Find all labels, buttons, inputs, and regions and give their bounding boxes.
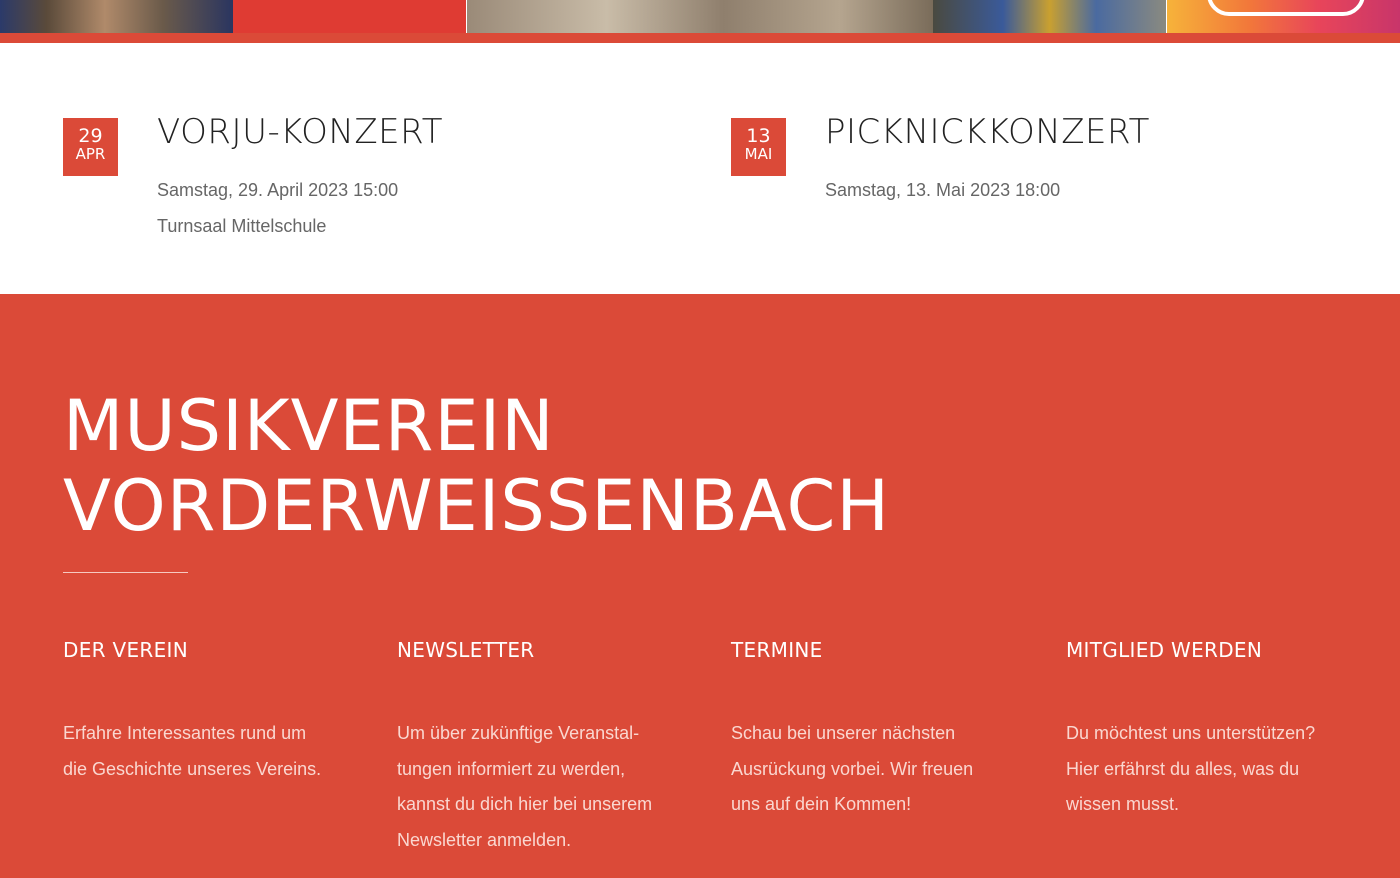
instagram-icon [1207, 0, 1365, 16]
text-line: Erfahre Interessantes rund um [63, 723, 307, 743]
brand-title-line2: VORDERWEISSENBACH [63, 465, 891, 547]
footer-column-verein: DER VEREIN Erfahre Interessantes rund um… [63, 638, 353, 787]
event-day: 29 [78, 125, 103, 147]
event-location: Turnsaal Mittelschule [157, 216, 327, 236]
strip-underline [0, 33, 1400, 43]
text-line: tungen informiert zu werden, [397, 758, 626, 779]
footer-text-newsletter: Um über zukünftige Veranstal- tungen inf… [397, 716, 687, 858]
footer-heading-newsletter[interactable]: NEWSLETTER [397, 638, 687, 668]
footer-column-newsletter: NEWSLETTER Um über zukünftige Veranstal-… [397, 638, 687, 858]
footer-column-mitglied: MITGLIED WERDEN Du möchtest uns unterstü… [1066, 638, 1356, 823]
text-line: Hier erfährst du alles, was du [1066, 758, 1300, 779]
footer-section: MUSIKVEREIN VORDERWEISSENBACH DER VEREIN… [0, 294, 1400, 878]
photo-tile-1[interactable] [0, 0, 233, 33]
footer-text-mitglied: Du möchtest uns unterstützen? Hier erfäh… [1066, 716, 1356, 823]
text-line: uns auf dein Kommen! [731, 794, 912, 815]
text-line: wissen musst. [1066, 794, 1180, 815]
event-datetime: Samstag, 13. Mai 2023 18:00 [825, 180, 1061, 200]
text-line: Du möchtest uns unterstützen? [1066, 723, 1316, 743]
footer-text-termine: Schau bei unserer nächsten Ausrückung vo… [731, 716, 1021, 823]
text-line: Schau bei unserer nächsten [731, 723, 956, 743]
text-line: Um über zukünftige Veranstal- [397, 723, 640, 743]
footer-heading-termine[interactable]: TERMINE [731, 638, 1021, 668]
event-date-badge: 13 MAI [731, 118, 786, 176]
footer-heading-mitglied[interactable]: MITGLIED WERDEN [1066, 638, 1356, 668]
brand-title-line1: MUSIKVEREIN [63, 385, 555, 467]
event-date-badge: 29 APR [63, 118, 118, 176]
footer-heading-verein[interactable]: DER VEREIN [63, 638, 353, 668]
footer-text-verein: Erfahre Interessantes rund um die Geschi… [63, 716, 353, 787]
event-title[interactable]: VORJU-KONZERT [157, 112, 443, 152]
photo-tile-4[interactable] [933, 0, 1166, 33]
event-month: APR [75, 145, 106, 163]
photo-strip [0, 0, 1400, 33]
event-month: MAI [744, 145, 773, 163]
photo-tile-3[interactable] [467, 0, 933, 33]
event-day: 13 [746, 125, 771, 147]
text-line: kannst du dich hier bei unserem [397, 794, 653, 815]
photo-tile-5[interactable] [1167, 0, 1400, 33]
text-line: Newsletter anmelden. [397, 829, 572, 850]
text-line: die Geschichte unseres Vereins. [63, 758, 322, 779]
event-title[interactable]: PICKNICKKONZERT [825, 112, 1150, 152]
photo-tile-2[interactable] [233, 0, 466, 33]
brand-divider [63, 572, 188, 573]
event-datetime: Samstag, 29. April 2023 15:00 [157, 180, 399, 200]
footer-column-termine: TERMINE Schau bei unserer nächsten Ausrü… [731, 638, 1021, 823]
text-line: Ausrückung vorbei. Wir freuen [731, 758, 974, 779]
